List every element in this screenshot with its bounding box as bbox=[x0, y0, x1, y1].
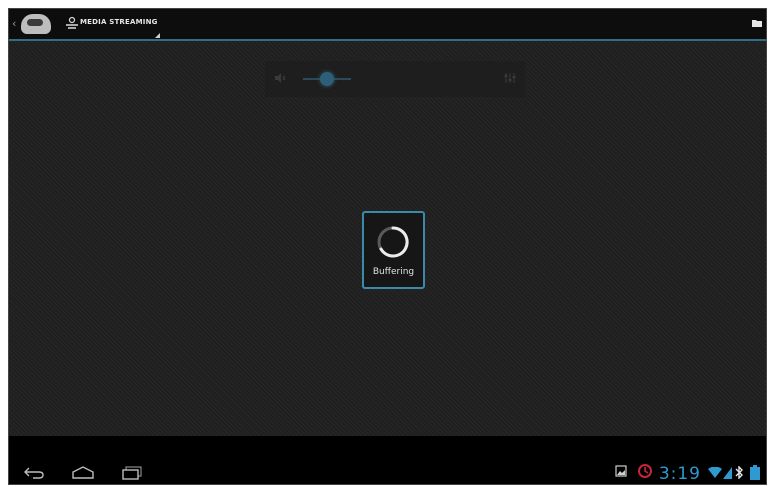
up-caret-icon[interactable]: ‹ bbox=[12, 17, 16, 30]
battery-icon bbox=[750, 465, 760, 480]
speaker-icon[interactable] bbox=[273, 71, 287, 85]
bluetooth-icon bbox=[735, 466, 743, 479]
volume-slider-thumb[interactable] bbox=[320, 72, 334, 86]
loading-spinner-icon bbox=[377, 226, 409, 258]
app-logo-icon[interactable] bbox=[21, 14, 51, 34]
action-bar: ‹ MEDIA STREAMING bbox=[9, 9, 766, 41]
recent-apps-icon[interactable] bbox=[121, 466, 143, 480]
media-streaming-icon bbox=[66, 16, 78, 29]
alarm-icon[interactable] bbox=[637, 463, 653, 479]
gallery-icon[interactable] bbox=[615, 465, 627, 477]
status-clock[interactable]: 3:19 bbox=[659, 464, 701, 484]
buffering-dialog: Buffering bbox=[362, 211, 425, 289]
wifi-icon bbox=[708, 467, 722, 478]
signal-icon bbox=[723, 467, 732, 479]
tablet-screen: ‹ MEDIA STREAMING Buffering 3:19 bbox=[8, 8, 767, 485]
volume-panel bbox=[265, 61, 525, 97]
folder-icon[interactable] bbox=[752, 19, 762, 27]
system-navigation-bar: 3:19 bbox=[9, 436, 766, 484]
equalizer-icon[interactable] bbox=[503, 71, 517, 85]
home-icon[interactable] bbox=[71, 466, 95, 480]
back-icon[interactable] bbox=[23, 466, 45, 480]
page-title: MEDIA STREAMING bbox=[80, 18, 158, 26]
buffering-label: Buffering bbox=[372, 267, 415, 277]
navigation-dropdown-indicator[interactable] bbox=[155, 33, 160, 38]
video-area[interactable]: Buffering bbox=[9, 41, 766, 436]
